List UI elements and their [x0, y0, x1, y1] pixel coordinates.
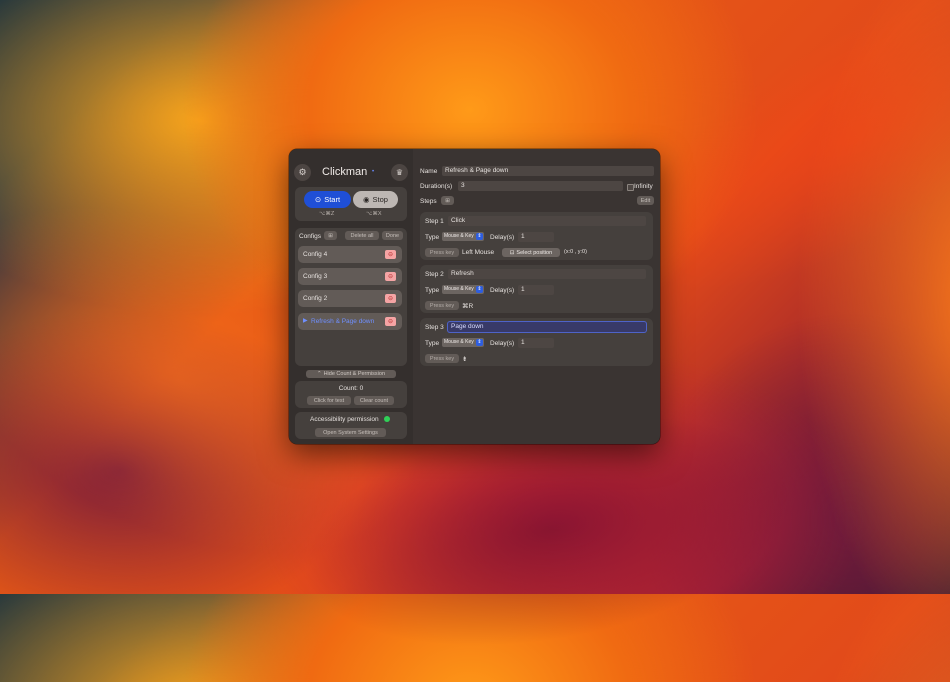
config-item-label: Config 4	[303, 250, 328, 258]
step-name-field[interactable]: Page down	[448, 322, 646, 332]
start-label: Start	[324, 195, 341, 204]
press-key-button[interactable]: Press key	[425, 301, 459, 310]
count-panel: Count: 0 Click for test Clear count	[295, 381, 407, 408]
permission-text: Accessibility permission	[310, 416, 379, 423]
clear-count-button[interactable]: Clear count	[354, 396, 394, 405]
settings-button[interactable]: ⚙	[294, 164, 311, 181]
stop-label: Stop	[372, 195, 388, 204]
minus-icon: ⊖	[387, 274, 394, 280]
stop-circle-icon: ◉	[363, 195, 370, 204]
delay-label: Delay(s)	[490, 234, 515, 241]
step-panel: Step 2 Refresh Type Mouse & Key ⇕ Delay(…	[420, 265, 653, 313]
step-label: Step 1	[425, 218, 444, 225]
done-button[interactable]: Done	[382, 231, 403, 240]
type-label: Type	[425, 234, 440, 241]
duration-field[interactable]: 3	[458, 181, 623, 191]
steps-label: Steps	[420, 198, 437, 205]
delete-all-button[interactable]: Delete all	[345, 231, 379, 240]
minus-icon: ⊖	[387, 296, 394, 302]
infinity-label: Infinity	[634, 183, 653, 190]
chevron-up-icon: ⌃	[316, 371, 322, 377]
hide-count-permission-button[interactable]: ⌃ Hide Count & Permission	[306, 370, 396, 378]
start-button[interactable]: ⊙ Start	[304, 191, 351, 208]
clickman-window: ⚙ Clickman • ♛ ⊙ Start ◉ Stop ⌥⌘Z ⌥⌘X Co…	[289, 149, 660, 444]
hide-label: Hide Count & Permission	[323, 371, 386, 377]
start-shortcut: ⌥⌘Z	[319, 211, 335, 217]
press-key-button[interactable]: Press key	[425, 354, 459, 363]
type-label: Type	[425, 340, 440, 347]
crosshair-icon: ⊡	[509, 249, 515, 256]
config-item-label: Config 2	[303, 294, 328, 302]
delete-config-button[interactable]: ⊖	[385, 317, 396, 326]
config-item[interactable]: Config 2 ⊖	[298, 290, 402, 307]
step-panel: Step 1 Click Type Mouse & Key ⇕ Delay(s)…	[420, 212, 653, 260]
delete-config-button[interactable]: ⊖	[385, 250, 396, 259]
select-position-label: Select position	[516, 249, 553, 256]
config-item-label: Refresh & Page down	[311, 317, 375, 325]
updown-chevron-icon: ⇕	[476, 233, 483, 240]
config-item[interactable]: Config 3 ⊖	[298, 268, 402, 285]
delay-field[interactable]: 1	[518, 232, 554, 242]
step-name-field[interactable]: Refresh	[448, 269, 646, 279]
play-circle-icon: ⊙	[314, 195, 322, 204]
config-editor: Name Refresh & Page down Duration(s) 3 I…	[413, 149, 660, 444]
type-select-value: Mouse & Key	[444, 286, 474, 292]
position-value: (x:0 , y:0)	[564, 249, 587, 255]
run-panel: ⊙ Start ◉ Stop ⌥⌘Z ⌥⌘X	[295, 187, 407, 221]
key-value: Left Mouse	[462, 249, 495, 256]
delete-config-button[interactable]: ⊖	[385, 294, 396, 303]
type-select[interactable]: Mouse & Key ⇕	[442, 338, 484, 347]
gear-icon: ⚙	[298, 167, 307, 177]
stop-shortcut: ⌥⌘X	[366, 211, 382, 217]
stop-button[interactable]: ◉ Stop	[353, 191, 398, 208]
delete-config-button[interactable]: ⊖	[385, 272, 396, 281]
premium-button[interactable]: ♛	[391, 164, 408, 181]
step-label: Step 3	[425, 324, 444, 331]
edit-steps-button[interactable]: Edit	[637, 196, 654, 205]
configs-label: Configs	[299, 233, 322, 240]
add-step-button[interactable]: ⊞	[441, 196, 454, 205]
updown-chevron-icon: ⇕	[476, 339, 483, 346]
permission-panel: Accessibility permission Open System Set…	[295, 412, 407, 439]
key-value: ⌘R	[462, 303, 474, 310]
permission-status-indicator	[384, 416, 390, 422]
app-title: Clickman	[322, 166, 368, 178]
press-key-button[interactable]: Press key	[425, 248, 459, 257]
config-item[interactable]: Config 4 ⊖	[298, 246, 402, 263]
version-badge: •	[372, 169, 375, 175]
sidebar: ⚙ Clickman • ♛ ⊙ Start ◉ Stop ⌥⌘Z ⌥⌘X Co…	[289, 149, 413, 444]
select-position-button[interactable]: ⊡ Select position	[502, 248, 560, 257]
name-field[interactable]: Refresh & Page down	[442, 166, 654, 176]
add-config-button[interactable]: ⊞	[324, 231, 337, 240]
step-name-field[interactable]: Click	[448, 216, 646, 226]
key-value: ⇟	[462, 356, 468, 363]
type-select-value: Mouse & Key	[444, 233, 474, 239]
play-icon: ▶	[303, 318, 308, 324]
minus-icon: ⊖	[387, 319, 394, 325]
plus-square-icon: ⊞	[445, 197, 450, 204]
duration-label: Duration(s)	[420, 183, 453, 190]
delay-label: Delay(s)	[490, 340, 515, 347]
crown-icon: ♛	[395, 168, 404, 177]
delay-field[interactable]: 1	[518, 338, 554, 348]
delay-label: Delay(s)	[490, 287, 515, 294]
updown-chevron-icon: ⇕	[476, 286, 483, 293]
count-text: Count: 0	[338, 385, 364, 392]
type-select-value: Mouse & Key	[444, 339, 474, 345]
delay-field[interactable]: 1	[518, 285, 554, 295]
config-item-label: Config 3	[303, 272, 328, 280]
plus-square-icon: ⊞	[328, 232, 333, 239]
step-panel: Step 3 Page down Type Mouse & Key ⇕ Dela…	[420, 318, 653, 366]
infinity-checkbox[interactable]	[627, 184, 634, 191]
minus-icon: ⊖	[387, 252, 394, 258]
step-label: Step 2	[425, 271, 444, 278]
open-system-settings-button[interactable]: Open System Settings	[315, 428, 386, 437]
name-label: Name	[420, 168, 438, 175]
click-for-test-button[interactable]: Click for test	[307, 396, 351, 405]
type-select[interactable]: Mouse & Key ⇕	[442, 285, 484, 294]
config-item-active[interactable]: Refresh & Page down ▶ ⊖	[298, 313, 402, 330]
type-label: Type	[425, 287, 440, 294]
type-select[interactable]: Mouse & Key ⇕	[442, 232, 484, 241]
configs-panel: Configs ⊞ Delete all Done Config 4 ⊖ Con…	[295, 228, 407, 366]
